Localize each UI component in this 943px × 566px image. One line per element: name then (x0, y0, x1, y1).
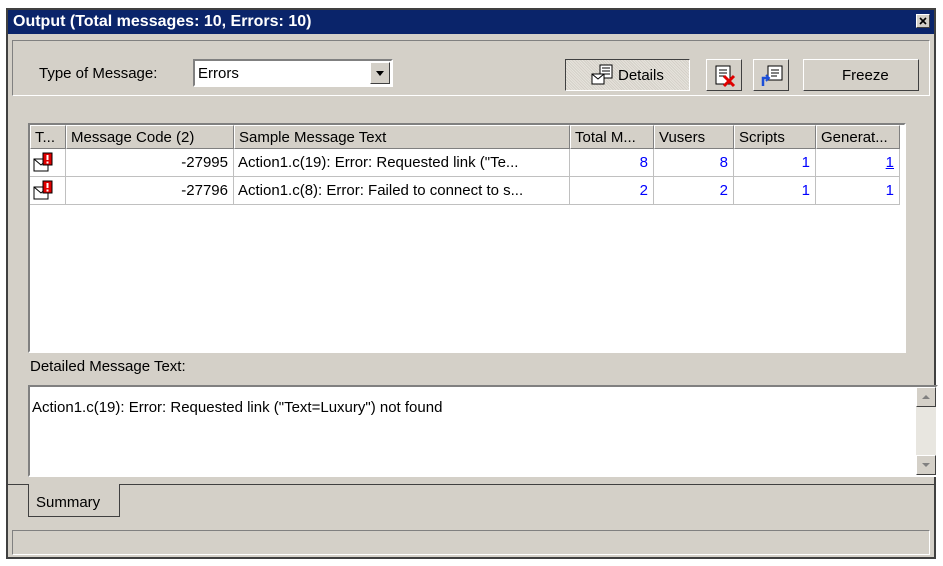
detailed-message-text: Action1.c(19): Error: Requested link ("T… (32, 399, 443, 416)
vusers-link[interactable]: 2 (654, 177, 734, 205)
column-header-vusers[interactable]: Vusers (654, 125, 734, 149)
export-icon (760, 64, 784, 92)
export-button[interactable] (753, 59, 789, 91)
detailed-message-label: Detailed Message Text: (30, 358, 186, 375)
output-window: Output (Total messages: 10, Errors: 10) … (6, 8, 938, 559)
column-header-total-messages[interactable]: Total M... (570, 125, 654, 149)
status-bar (12, 530, 930, 555)
table-row[interactable]: -27995 Action1.c(19): Error: Requested l… (30, 149, 902, 177)
chevron-down-icon[interactable] (370, 62, 390, 84)
details-button[interactable]: Details (565, 59, 690, 91)
close-icon[interactable] (916, 14, 930, 28)
scroll-down-button[interactable] (916, 455, 936, 475)
generators-link[interactable]: 1 (816, 149, 900, 177)
total-messages-link[interactable]: 2 (570, 177, 654, 205)
message-code-cell: -27995 (66, 149, 234, 177)
tab-strip-divider (8, 484, 934, 485)
column-header-type[interactable]: T... (30, 125, 66, 149)
tab-strip: Summary (8, 480, 934, 524)
messages-grid: T... Message Code (2) Sample Message Tex… (28, 123, 906, 353)
sample-message-text-cell: Action1.c(8): Error: Failed to connect t… (234, 177, 570, 205)
scripts-link[interactable]: 1 (734, 177, 816, 205)
message-type-cell (30, 149, 66, 177)
freeze-button[interactable]: Freeze (803, 59, 919, 91)
type-of-message-select[interactable]: Errors (193, 59, 393, 87)
detailed-message-textbox[interactable]: Action1.c(19): Error: Requested link ("T… (28, 385, 938, 477)
scroll-up-button[interactable] (916, 387, 936, 407)
scripts-link[interactable]: 1 (734, 149, 816, 177)
details-label: Details (618, 67, 664, 84)
sample-message-text-cell: Action1.c(19): Error: Requested link ("T… (234, 149, 570, 177)
column-header-sample-message-text[interactable]: Sample Message Text (234, 125, 570, 149)
type-of-message-value: Errors (198, 65, 239, 82)
vertical-scrollbar[interactable] (916, 387, 936, 475)
title-bar: Output (Total messages: 10, Errors: 10) (8, 10, 934, 34)
vusers-link[interactable]: 8 (654, 149, 734, 177)
tab-summary-label: Summary (36, 494, 101, 511)
error-message-icon (33, 180, 53, 200)
error-message-icon (33, 152, 53, 172)
clear-messages-button[interactable] (706, 59, 742, 91)
column-header-message-code[interactable]: Message Code (2) (66, 125, 234, 149)
freeze-label: Freeze (842, 67, 889, 84)
toolbar: Type of Message: Errors Details Freeze (12, 40, 930, 96)
type-of-message-label: Type of Message: (39, 65, 158, 82)
table-row[interactable]: -27796 Action1.c(8): Error: Failed to co… (30, 177, 902, 205)
clear-messages-icon (713, 64, 737, 92)
generators-link[interactable]: 1 (816, 177, 900, 205)
window-title: Output (Total messages: 10, Errors: 10) (13, 13, 312, 30)
column-header-generators[interactable]: Generat... (816, 125, 900, 149)
message-type-cell (30, 177, 66, 205)
column-header-scripts[interactable]: Scripts (734, 125, 816, 149)
message-code-cell: -27796 (66, 177, 234, 205)
total-messages-link[interactable]: 8 (570, 149, 654, 177)
details-icon (590, 63, 614, 91)
tab-summary[interactable]: Summary (28, 484, 120, 517)
